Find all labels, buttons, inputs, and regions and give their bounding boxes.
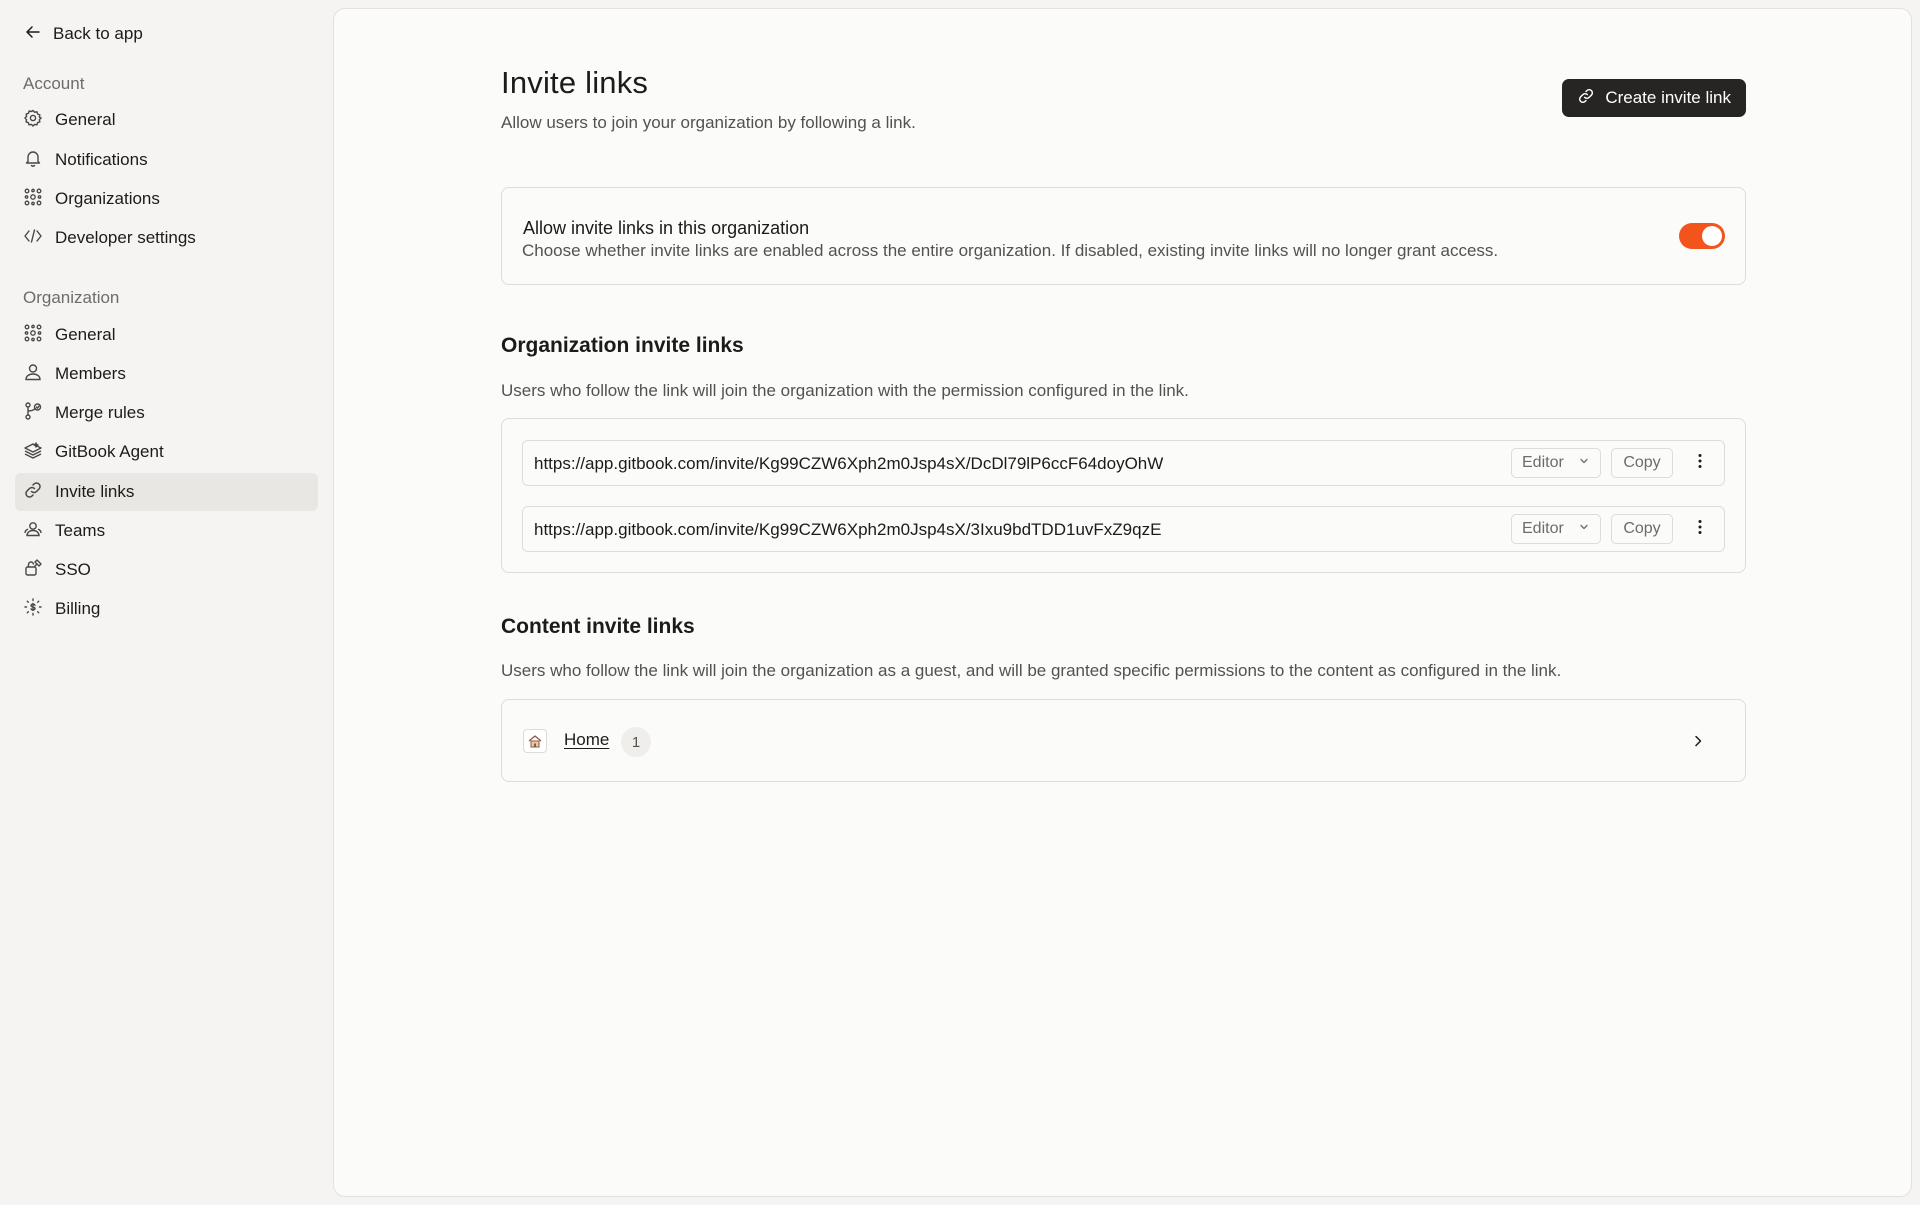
space-name-link[interactable]: Home — [564, 730, 609, 750]
chevron-down-icon — [1578, 454, 1590, 472]
sidebar-item-org-general[interactable]: General — [15, 316, 318, 354]
members-icon — [23, 362, 43, 387]
sidebar-item-teams[interactable]: Teams — [15, 512, 318, 550]
more-options-button[interactable] — [1687, 516, 1713, 542]
invite-link-row: https://app.gitbook.com/invite/Kg99CZW6X… — [522, 506, 1725, 552]
sidebar-item-label: SSO — [55, 560, 91, 579]
create-invite-link-label: Create invite link — [1605, 88, 1731, 107]
sidebar-item-label: Merge rules — [55, 403, 145, 422]
arrow-left-icon — [23, 22, 43, 47]
sidebar-item-members[interactable]: Members — [15, 355, 318, 393]
code-icon — [23, 226, 43, 251]
organization-invite-links-list: https://app.gitbook.com/invite/Kg99CZW6X… — [501, 418, 1746, 573]
agent-icon — [23, 440, 43, 465]
sidebar-item-notifications[interactable]: Notifications — [15, 141, 318, 179]
content-space-row[interactable]: Home 1 — [501, 699, 1746, 782]
content-invite-links-description: Users who follow the link will join the … — [501, 661, 1562, 680]
sidebar-item-label: Notifications — [55, 150, 148, 169]
allow-invite-links-title: Allow invite links in this organization — [523, 218, 810, 238]
sidebar-item-account-general[interactable]: General — [15, 101, 318, 139]
content-invite-links-heading: Content invite links — [501, 615, 695, 638]
page-title: Invite links — [501, 65, 649, 100]
link-icon — [1577, 87, 1595, 110]
more-vertical-icon — [1698, 519, 1702, 540]
sidebar-item-label: Members — [55, 364, 126, 383]
sidebar-item-label: General — [55, 325, 116, 344]
sidebar-item-developer-settings[interactable]: Developer settings — [15, 219, 318, 257]
app-window: Back to app Account General Notification… — [0, 0, 1920, 1205]
invite-link-row: https://app.gitbook.com/invite/Kg99CZW6X… — [522, 440, 1725, 486]
main-panel: Invite links Allow users to join your or… — [333, 8, 1912, 1197]
organization-invite-links-description: Users who follow the link will join the … — [501, 381, 1189, 400]
sidebar-item-label: Billing — [55, 599, 101, 618]
home-icon — [523, 729, 547, 753]
sidebar: Back to app Account General Notification… — [0, 0, 333, 1205]
organization-invite-links-heading: Organization invite links — [501, 334, 744, 357]
sidebar-item-merge-rules[interactable]: Merge rules — [15, 394, 318, 432]
role-select-value: Editor — [1522, 520, 1564, 537]
role-select[interactable]: Editor — [1511, 448, 1601, 478]
billing-icon — [23, 597, 43, 622]
sidebar-item-label: Developer settings — [55, 228, 196, 247]
organizations-icon — [23, 323, 43, 348]
allow-invite-links-description: Choose whether invite links are enabled … — [522, 241, 1499, 260]
chevron-right-icon[interactable] — [1689, 732, 1707, 750]
copy-link-button[interactable]: Copy — [1611, 448, 1673, 478]
sidebar-item-label: Invite links — [55, 482, 135, 501]
back-to-app-label: Back to app — [53, 24, 143, 43]
copy-link-button[interactable]: Copy — [1611, 514, 1673, 544]
sidebar-item-organizations[interactable]: Organizations — [15, 180, 318, 218]
role-select-value: Editor — [1522, 454, 1564, 471]
sidebar-item-billing[interactable]: Billing — [15, 590, 318, 628]
sidebar-item-label: Teams — [55, 521, 106, 540]
bell-icon — [23, 148, 43, 173]
organizations-icon — [23, 187, 43, 212]
sidebar-item-invite-links[interactable]: Invite links — [15, 473, 318, 511]
merge-icon — [23, 401, 43, 426]
allow-invite-links-card: Allow invite links in this organization — [501, 187, 1746, 285]
invite-link-url[interactable]: https://app.gitbook.com/invite/Kg99CZW6X… — [534, 454, 1163, 474]
link-count-badge: 1 — [621, 727, 651, 757]
invite-link-url[interactable]: https://app.gitbook.com/invite/Kg99CZW6X… — [534, 520, 1161, 540]
allow-invite-links-toggle[interactable] — [1679, 223, 1725, 249]
organization-section-label: Organization — [23, 288, 120, 307]
sidebar-item-label: General — [55, 110, 116, 129]
role-select[interactable]: Editor — [1511, 514, 1601, 544]
account-section-label: Account — [23, 74, 85, 93]
more-options-button[interactable] — [1687, 450, 1713, 476]
sidebar-item-label: Organizations — [55, 189, 160, 208]
gear-icon — [23, 108, 43, 133]
more-vertical-icon — [1698, 453, 1702, 474]
teams-icon — [23, 519, 43, 544]
page-subtitle: Allow users to join your organization by… — [501, 113, 916, 132]
back-to-app-link[interactable]: Back to app — [15, 18, 318, 50]
chevron-down-icon — [1578, 520, 1590, 538]
link-icon — [23, 480, 43, 505]
sidebar-item-label: GitBook Agent — [55, 442, 164, 461]
sidebar-item-sso[interactable]: SSO — [15, 551, 318, 589]
create-invite-link-button[interactable]: Create invite link — [1562, 79, 1746, 117]
sso-icon — [23, 558, 43, 583]
sidebar-item-gitbook-agent[interactable]: GitBook Agent — [15, 433, 318, 471]
